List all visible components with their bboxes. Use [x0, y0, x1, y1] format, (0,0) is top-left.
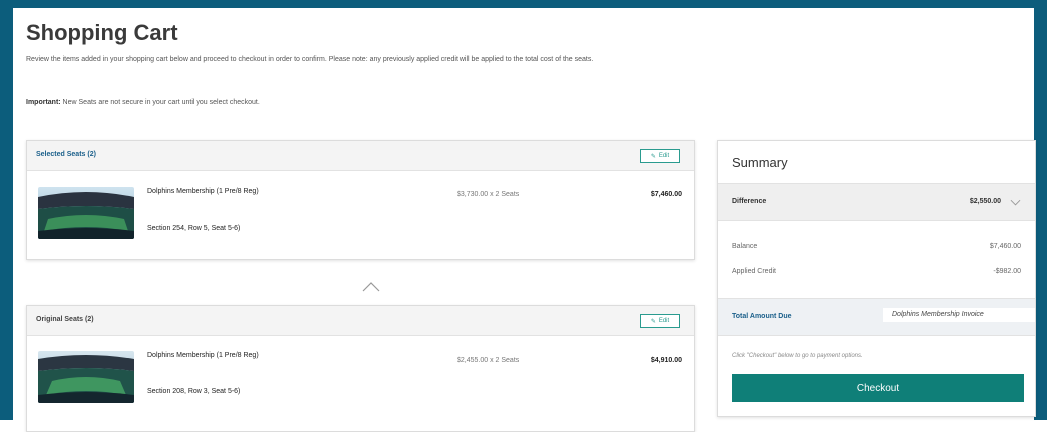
edit-label: Edit — [658, 153, 670, 159]
window-frame-left — [0, 0, 13, 420]
selected-seats-card: Selected Seats (2) ✎ Edit Dolphins Membe… — [26, 140, 695, 260]
pencil-icon: ✎ — [650, 318, 656, 325]
chevron-down-icon[interactable] — [1010, 199, 1021, 206]
original-seats-title: Original Seats (2) — [36, 316, 94, 323]
item-total: $4,910.00 — [650, 357, 682, 364]
difference-value: $2,550.00 — [969, 198, 1001, 205]
pencil-icon: ✎ — [650, 153, 656, 160]
checkout-button[interactable]: Checkout — [732, 374, 1024, 402]
edit-selected-seats-button[interactable]: ✎ Edit — [640, 149, 680, 163]
balance-value: $7,460.00 — [989, 243, 1021, 250]
original-seats-header: Original Seats (2) ✎ Edit — [27, 306, 694, 336]
edit-label: Edit — [658, 318, 670, 324]
item-name: Dolphins Membership (1 Pre/8 Reg) — [147, 188, 259, 195]
item-price: $2,455.00 x 2 Seats — [457, 357, 520, 364]
important-text: New Seats are not secure in your cart un… — [60, 99, 260, 106]
item-total: $7,460.00 — [650, 191, 682, 198]
summary-panel: Summary Difference $2,550.00 Balance $7,… — [717, 140, 1036, 417]
original-seats-card: Original Seats (2) ✎ Edit Dolphins Membe… — [26, 305, 695, 432]
difference-label: Difference — [732, 198, 767, 205]
total-due-label: Total Amount Due — [732, 313, 792, 320]
total-due-row: Total Amount Due Dolphins Membership Inv… — [718, 298, 1035, 336]
balance-label: Balance — [732, 243, 758, 250]
total-due-value: Dolphins Membership Invoice — [883, 308, 1035, 322]
item-name: Dolphins Membership (1 Pre/8 Reg) — [147, 352, 259, 359]
important-notice: Important: New Seats are not secure in y… — [26, 99, 260, 106]
applied-credit-label: Applied Credit — [732, 268, 776, 275]
edit-original-seats-button[interactable]: ✎ Edit — [640, 314, 680, 328]
item-seat: Section 208, Row 3, Seat 5-6) — [147, 388, 241, 395]
checkout-note: Click "Checkout" below to go to payment … — [732, 353, 863, 359]
item-price: $3,730.00 x 2 Seats — [457, 191, 520, 198]
chevron-up-icon[interactable] — [362, 282, 380, 292]
shopping-cart-page: Shopping Cart Review the items added in … — [13, 8, 1036, 432]
difference-row[interactable]: Difference $2,550.00 — [718, 183, 1035, 221]
summary-title: Summary — [732, 155, 788, 170]
intro-text: Review the items added in your shopping … — [26, 56, 594, 63]
applied-credit-value: -$982.00 — [993, 268, 1021, 275]
page-title: Shopping Cart — [26, 20, 178, 45]
window-frame-top — [0, 0, 1047, 8]
selected-seats-header: Selected Seats (2) ✎ Edit — [27, 141, 694, 171]
selected-seats-title: Selected Seats (2) — [36, 151, 96, 158]
stadium-thumbnail — [38, 351, 134, 403]
stadium-thumbnail — [38, 187, 134, 239]
item-seat: Section 254, Row 5, Seat 5-6) — [147, 225, 241, 232]
important-label: Important: — [26, 99, 61, 106]
